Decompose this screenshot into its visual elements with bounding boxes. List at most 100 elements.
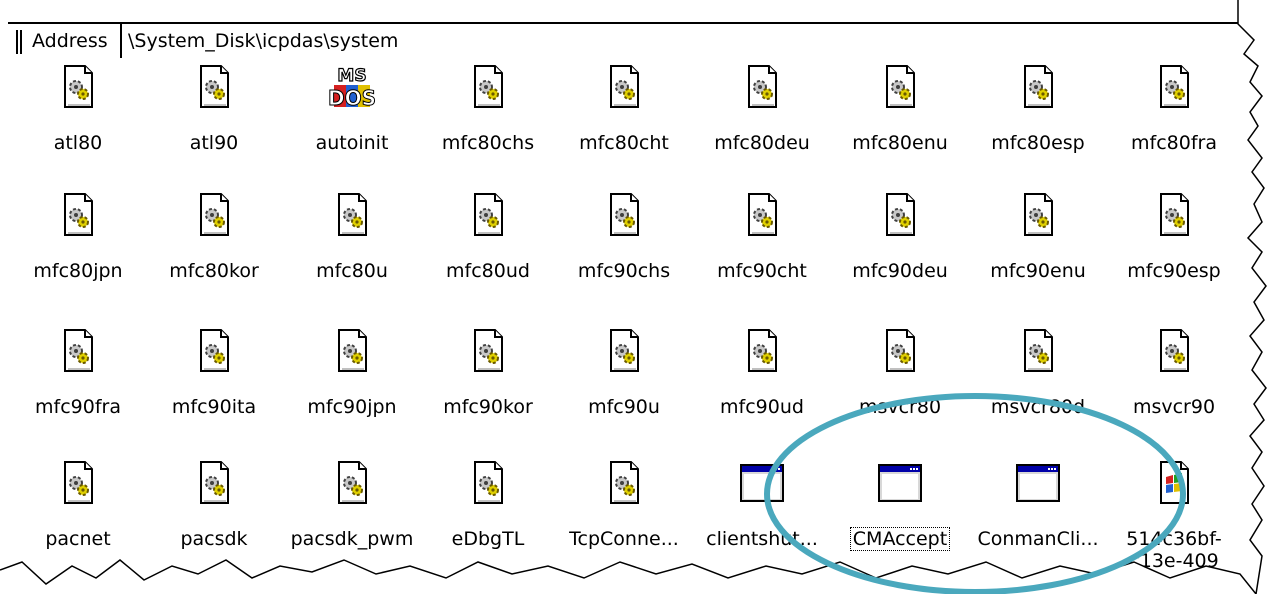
file-item[interactable]: mfc90cht bbox=[692, 186, 832, 304]
file-item[interactable]: mfc90u bbox=[554, 322, 694, 440]
file-item[interactable]: ConmanCli... bbox=[968, 454, 1108, 572]
dll-file-icon bbox=[600, 327, 648, 375]
file-label: autoinit bbox=[315, 132, 389, 154]
file-label: TcpConne... bbox=[569, 528, 679, 550]
file-label: atl80 bbox=[53, 132, 103, 154]
file-item[interactable]: 514c36bf-c13e-409 bbox=[1104, 454, 1244, 572]
dll-file-icon bbox=[328, 327, 376, 375]
file-item[interactable]: eDbgTL bbox=[418, 454, 558, 572]
address-bar: Address \System_Disk\icpdas\system bbox=[8, 22, 1238, 58]
file-item[interactable]: pacsdk_pwm bbox=[282, 454, 422, 572]
file-item[interactable]: msvcr80 bbox=[830, 322, 970, 440]
dll-file-icon bbox=[54, 191, 102, 239]
dll-file-icon bbox=[328, 191, 376, 239]
file-item[interactable]: mfc80u bbox=[282, 186, 422, 304]
dll-file-icon bbox=[738, 63, 786, 111]
dll-file-icon bbox=[876, 63, 924, 111]
file-item[interactable]: mfc80deu bbox=[692, 58, 832, 176]
file-label: 514c36bf-c13e-409 bbox=[1126, 528, 1222, 572]
dll-file-icon bbox=[600, 63, 648, 111]
file-item[interactable]: mfc90fra bbox=[8, 322, 148, 440]
file-item[interactable]: mfc90kor bbox=[418, 322, 558, 440]
file-label: mfc80enu bbox=[852, 132, 948, 154]
file-label: mfc80chs bbox=[441, 132, 535, 154]
svg-text:MS: MS bbox=[337, 66, 366, 86]
dll-file-icon bbox=[328, 459, 376, 507]
application-window-icon bbox=[1014, 459, 1062, 507]
file-item[interactable]: mfc90chs bbox=[554, 186, 694, 304]
dll-file-icon bbox=[464, 459, 512, 507]
application-window-icon bbox=[738, 459, 786, 507]
dll-file-icon bbox=[54, 327, 102, 375]
file-label: pacsdk bbox=[180, 528, 248, 550]
file-label: mfc80fra bbox=[1131, 132, 1217, 154]
file-item[interactable]: MS DOS autoinit bbox=[282, 58, 422, 176]
file-item[interactable]: atl80 bbox=[8, 58, 148, 176]
file-label: mfc90ita bbox=[171, 396, 257, 418]
file-label: clientshut... bbox=[706, 528, 818, 550]
file-item[interactable]: mfc80fra bbox=[1104, 58, 1244, 176]
svg-text:DOS: DOS bbox=[328, 86, 376, 110]
file-item[interactable]: mfc90esp bbox=[1104, 186, 1244, 304]
file-label: CMAccept bbox=[830, 527, 970, 551]
file-item[interactable]: TcpConne... bbox=[554, 454, 694, 572]
file-item[interactable]: atl90 bbox=[144, 58, 284, 176]
dll-file-icon bbox=[190, 191, 238, 239]
dll-file-icon bbox=[190, 327, 238, 375]
file-item[interactable]: mfc90ud bbox=[692, 322, 832, 440]
file-item[interactable]: mfc80cht bbox=[554, 58, 694, 176]
dll-file-icon bbox=[54, 63, 102, 111]
file-label: mfc80kor bbox=[169, 260, 259, 282]
file-item[interactable]: mfc90deu bbox=[830, 186, 970, 304]
dll-file-icon bbox=[876, 327, 924, 375]
dll-file-icon bbox=[1150, 63, 1198, 111]
file-label: msvcr90 bbox=[1132, 396, 1216, 418]
file-label: mfc90ud bbox=[720, 396, 804, 418]
address-input[interactable]: \System_Disk\icpdas\system bbox=[120, 24, 1238, 58]
dll-file-icon bbox=[1150, 191, 1198, 239]
file-item[interactable]: msvcr80d bbox=[968, 322, 1108, 440]
file-label: mfc90chs bbox=[577, 260, 671, 282]
file-label: mfc80jpn bbox=[33, 260, 123, 282]
dll-file-icon bbox=[190, 63, 238, 111]
explorer-window: Address \System_Disk\icpdas\system atl80… bbox=[0, 0, 1274, 594]
file-grid: atl80 atl90 MS DOS autoinit mfc80chs mfc… bbox=[0, 58, 1274, 594]
file-label: eDbgTL bbox=[451, 528, 525, 550]
file-item[interactable]: mfc80enu bbox=[830, 58, 970, 176]
dll-file-icon bbox=[1150, 327, 1198, 375]
file-item[interactable]: mfc80ud bbox=[418, 186, 558, 304]
file-item[interactable]: mfc80kor bbox=[144, 186, 284, 304]
file-label: mfc90jpn bbox=[307, 396, 397, 418]
file-label: msvcr80d bbox=[990, 396, 1086, 418]
dll-file-icon bbox=[190, 459, 238, 507]
dll-file-icon bbox=[54, 459, 102, 507]
file-label: pacnet bbox=[45, 528, 111, 550]
file-label: mfc80esp bbox=[991, 132, 1085, 154]
file-item[interactable]: msvcr90 bbox=[1104, 322, 1244, 440]
dll-file-icon bbox=[1014, 327, 1062, 375]
address-label: Address bbox=[32, 30, 108, 52]
dll-file-icon bbox=[464, 327, 512, 375]
file-item[interactable]: clientshut... bbox=[692, 454, 832, 572]
file-item[interactable]: mfc80esp bbox=[968, 58, 1108, 176]
toolbar-grip[interactable] bbox=[16, 30, 22, 54]
file-label: mfc90enu bbox=[990, 260, 1086, 282]
dll-file-icon bbox=[464, 191, 512, 239]
file-item[interactable]: pacsdk bbox=[144, 454, 284, 572]
dll-file-icon bbox=[600, 191, 648, 239]
file-label: atl90 bbox=[189, 132, 239, 154]
dll-file-icon bbox=[600, 459, 648, 507]
file-item[interactable]: mfc90ita bbox=[144, 322, 284, 440]
file-item[interactable]: CMAccept bbox=[830, 454, 970, 572]
file-item[interactable]: mfc80jpn bbox=[8, 186, 148, 304]
dll-file-icon bbox=[876, 191, 924, 239]
file-label: mfc90esp bbox=[1127, 260, 1221, 282]
application-window-icon bbox=[876, 459, 924, 507]
file-item[interactable]: pacnet bbox=[8, 454, 148, 572]
msdos-icon: MS DOS bbox=[327, 63, 376, 111]
file-label: mfc80cht bbox=[579, 132, 669, 154]
file-item[interactable]: mfc90enu bbox=[968, 186, 1108, 304]
file-item[interactable]: mfc90jpn bbox=[282, 322, 422, 440]
dll-file-icon bbox=[1014, 191, 1062, 239]
file-item[interactable]: mfc80chs bbox=[418, 58, 558, 176]
